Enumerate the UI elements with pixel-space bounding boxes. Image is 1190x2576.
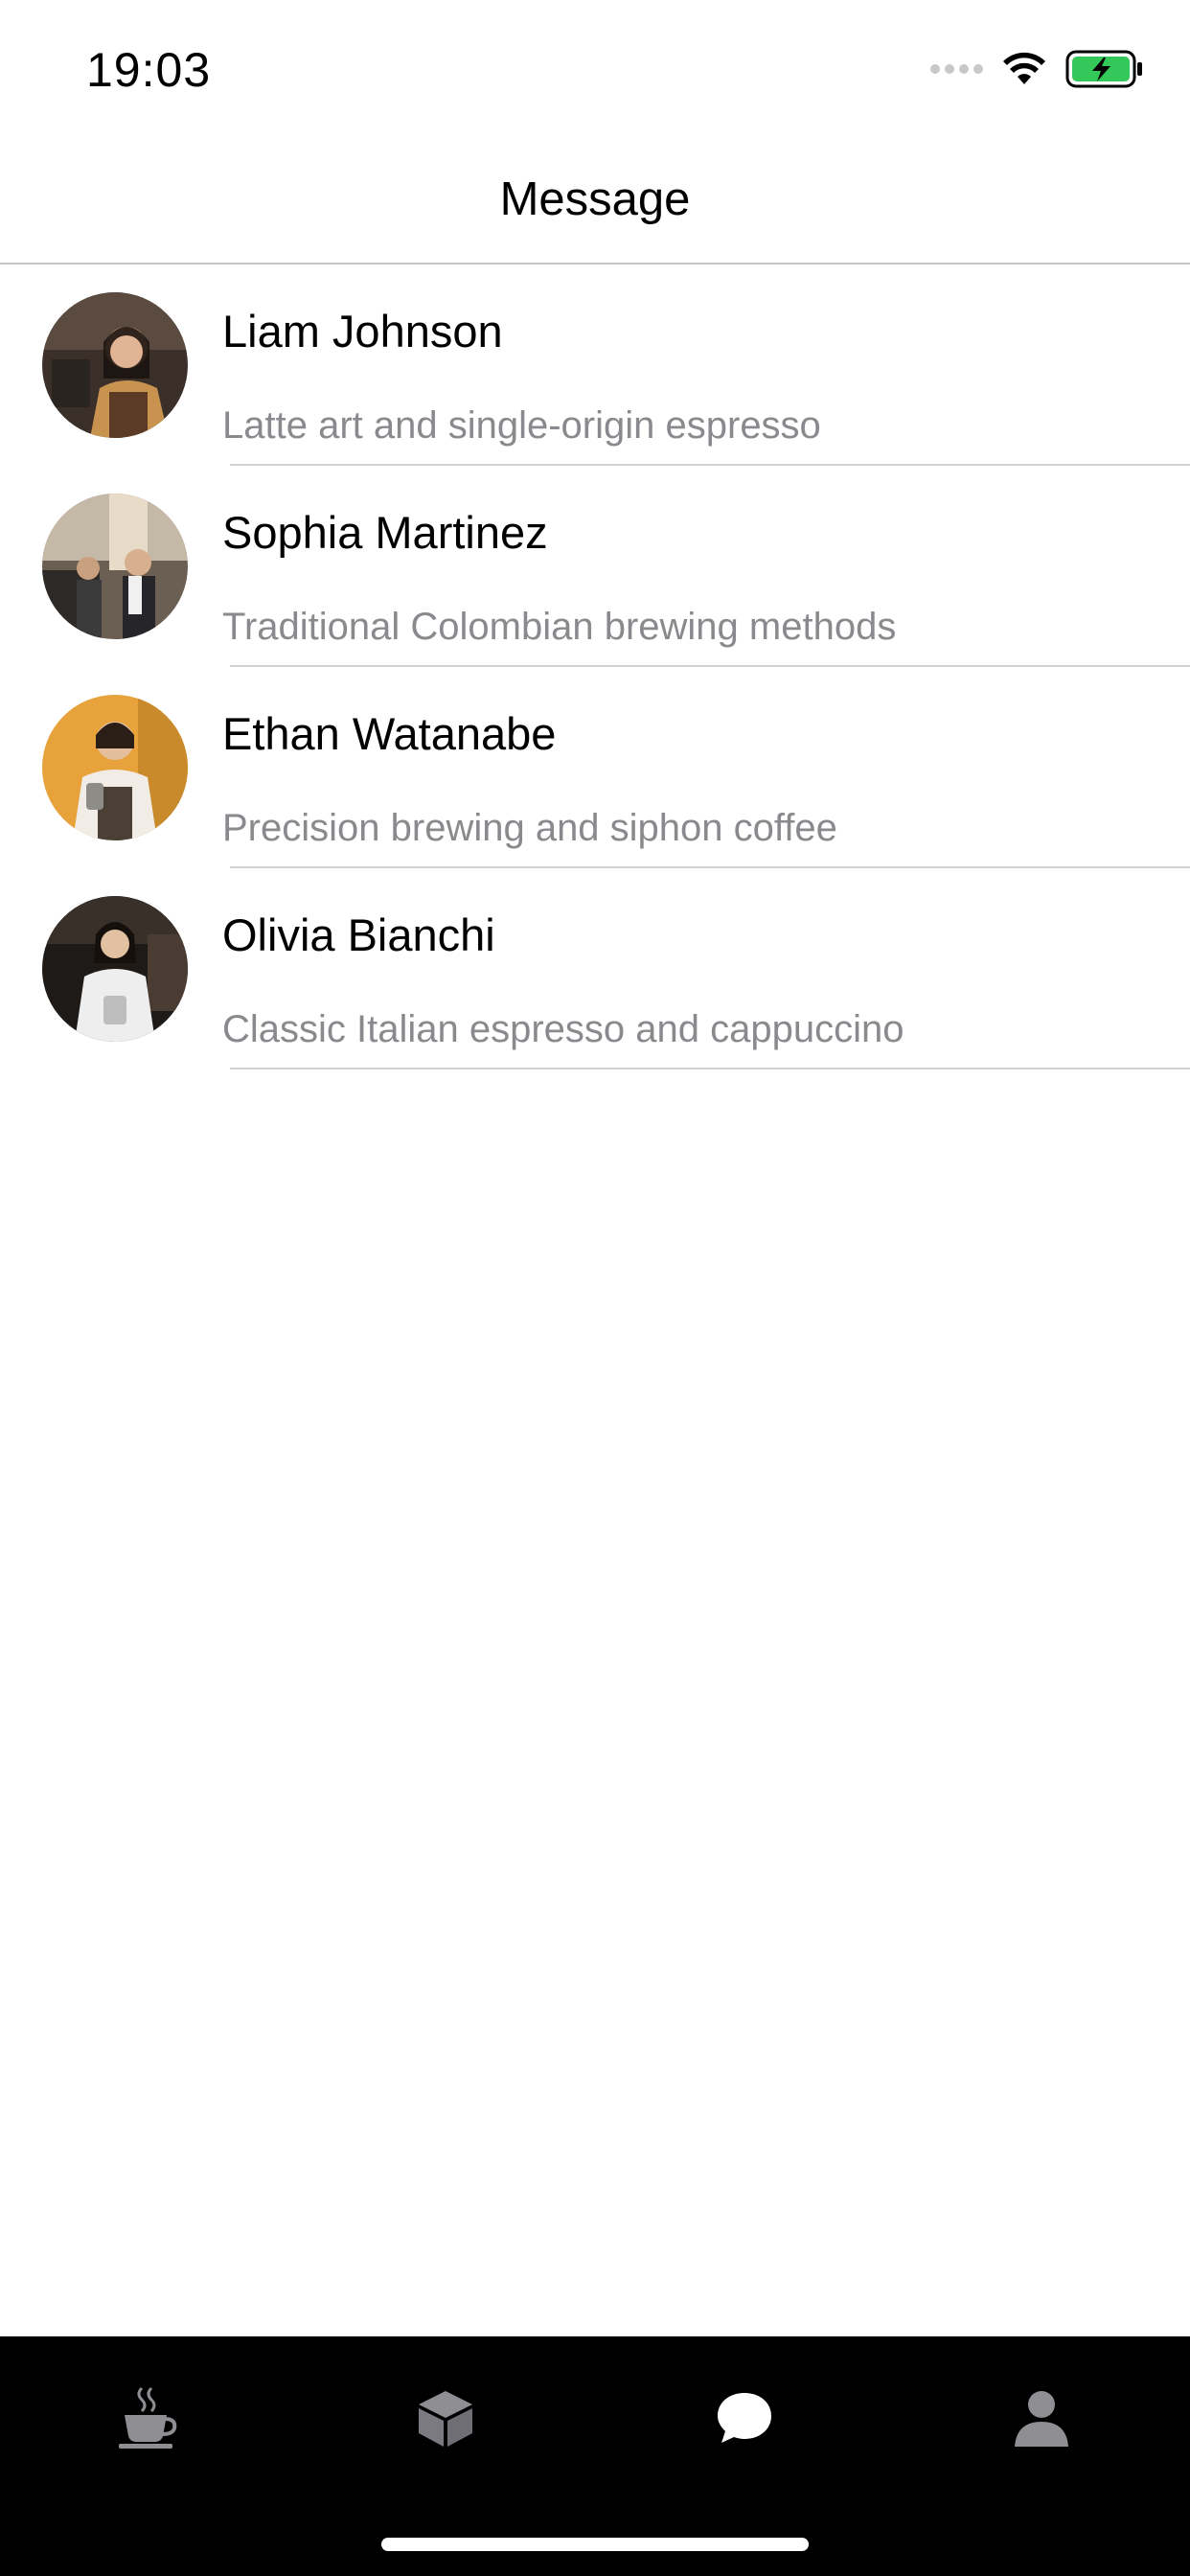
message-screen: 19:03 Message Liam Johnson Latte art and… bbox=[0, 0, 1190, 2576]
message-list: Liam Johnson Latte art and single-origin… bbox=[0, 264, 1190, 1070]
avatar bbox=[42, 494, 188, 639]
message-preview: Latte art and single-origin espresso bbox=[222, 404, 821, 447]
tab-coffee[interactable] bbox=[96, 2375, 201, 2461]
status-icons bbox=[930, 50, 1144, 88]
contact-name: Sophia Martinez bbox=[222, 507, 548, 558]
contact-name: Liam Johnson bbox=[222, 306, 503, 356]
list-item[interactable]: Sophia Martinez Traditional Colombian br… bbox=[0, 466, 1190, 667]
message-preview: Classic Italian espresso and cappuccino bbox=[222, 1008, 904, 1050]
cellular-signal-icon bbox=[930, 64, 983, 74]
divider bbox=[230, 1068, 1190, 1070]
tab-profile[interactable] bbox=[989, 2375, 1094, 2461]
status-time: 19:03 bbox=[86, 43, 212, 97]
avatar bbox=[42, 695, 188, 840]
contact-name: Olivia Bianchi bbox=[222, 909, 495, 960]
message-preview: Precision brewing and siphon coffee bbox=[222, 807, 837, 849]
wifi-icon bbox=[1003, 52, 1045, 84]
nav-header: Message bbox=[0, 144, 1190, 264]
contact-name: Ethan Watanabe bbox=[222, 708, 557, 759]
list-item[interactable]: Liam Johnson Latte art and single-origin… bbox=[0, 264, 1190, 466]
message-preview: Traditional Colombian brewing methods bbox=[222, 606, 897, 648]
battery-charging-icon bbox=[1065, 50, 1142, 88]
person-icon bbox=[1015, 2391, 1068, 2447]
list-item[interactable]: Olivia Bianchi Classic Italian espresso … bbox=[0, 868, 1190, 1070]
page-title: Message bbox=[499, 173, 691, 225]
coffee-cup-icon bbox=[119, 2386, 177, 2449]
chat-bubble-icon bbox=[718, 2393, 771, 2443]
avatar bbox=[42, 292, 188, 438]
tab-products[interactable] bbox=[393, 2375, 498, 2461]
tab-messages[interactable] bbox=[692, 2375, 797, 2461]
status-bar: 19:03 bbox=[0, 0, 1190, 144]
home-indicator[interactable] bbox=[381, 2538, 809, 2551]
list-item[interactable]: Ethan Watanabe Precision brewing and sip… bbox=[0, 667, 1190, 868]
box-icon bbox=[419, 2391, 472, 2447]
avatar bbox=[42, 896, 188, 1042]
